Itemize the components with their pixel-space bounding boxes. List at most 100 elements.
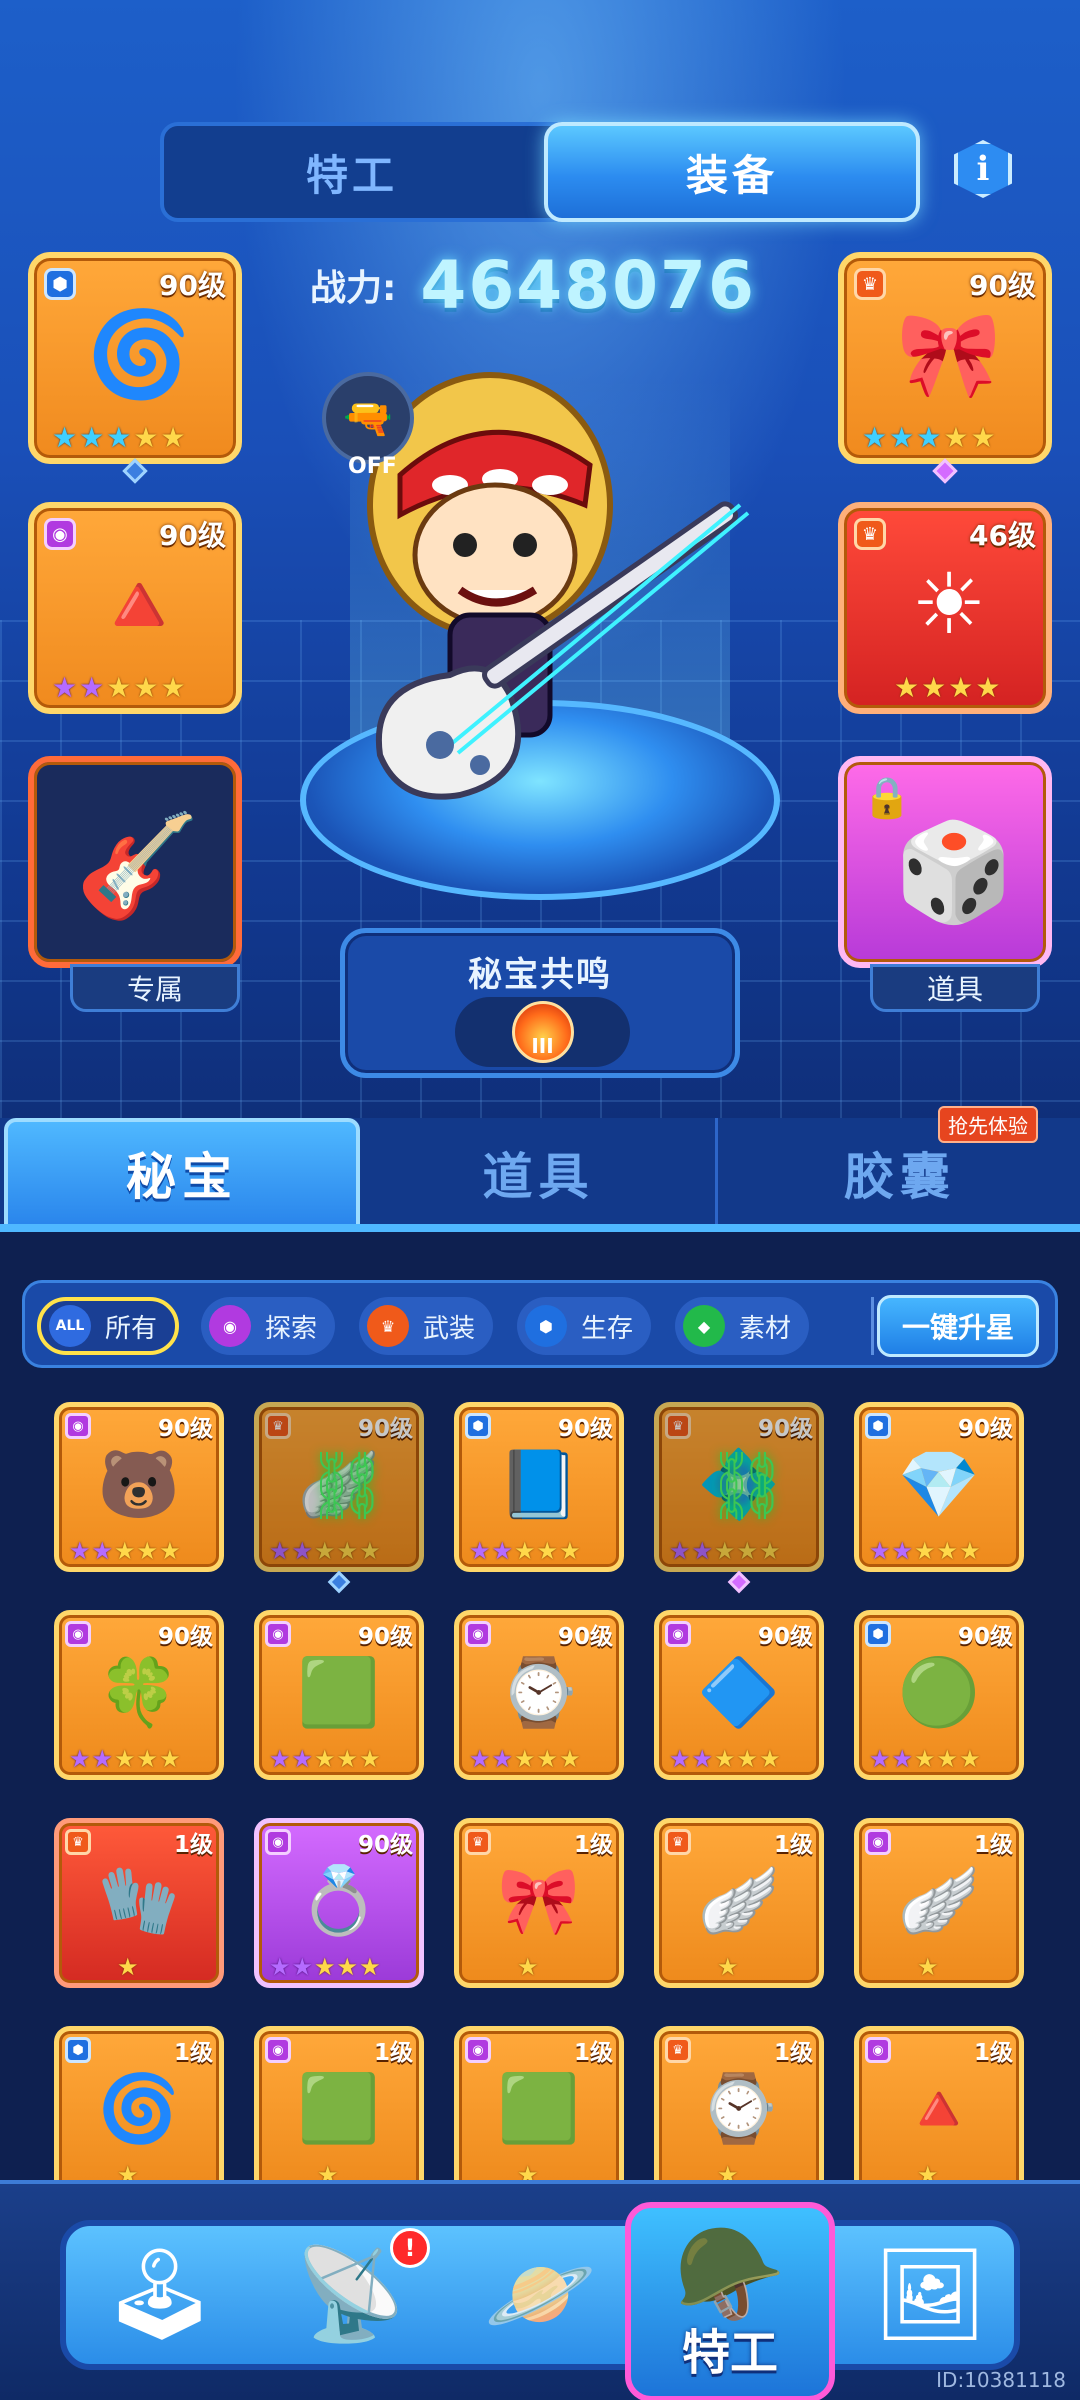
- equip-slot-right-mid[interactable]: ♛ 46级 ☀ ★ ★ ★ ★: [838, 502, 1052, 714]
- star-rating: ★ ★ ★ ★ ★: [869, 1745, 981, 1773]
- treasure-item[interactable]: ◉ 90级 ⌚ ★ ★ ★ ★ ★: [454, 1610, 624, 1780]
- filter-armed[interactable]: ♛ 武装: [359, 1297, 494, 1355]
- filter-all[interactable]: ALL 所有: [37, 1297, 180, 1355]
- star-rating: ★ ★ ★ ★: [894, 671, 1001, 704]
- filter-material[interactable]: ◆ 素材: [675, 1297, 810, 1355]
- treasure-art-icon: 🐻: [97, 1446, 181, 1523]
- treasure-art-icon: 🟩: [297, 2070, 381, 2147]
- item-slot[interactable]: 🔒 🎲: [838, 756, 1052, 968]
- treasure-item[interactable]: ⬢ 90级 📘 ★ ★ ★ ★ ★: [454, 1402, 624, 1572]
- star-rating: ★ ★ ★ ★ ★: [269, 1537, 381, 1565]
- chain-link-icon: ⛓: [305, 1447, 389, 1524]
- resonance-marker: [727, 1570, 751, 1594]
- exclusive-slot[interactable]: 🎸: [28, 756, 242, 968]
- star-rating: ★ ★ ★ ★ ★: [869, 1537, 981, 1565]
- star-rating: ★ ★ ★ ★ ★: [52, 671, 186, 704]
- treasure-art-icon: 💍: [297, 1862, 381, 1939]
- tab-treasure[interactable]: 秘宝: [4, 1118, 360, 1228]
- treasure-item[interactable]: ◉ 90级 🟩 ★ ★ ★ ★ ★: [254, 1610, 424, 1780]
- nav-agent-tab[interactable]: 🪖 特工: [625, 2202, 835, 2400]
- tab-items[interactable]: 道具: [362, 1118, 718, 1228]
- resonance-emblem: III: [455, 997, 630, 1067]
- treasure-item[interactable]: ◉ 90级 💍 ★ ★ ★ ★ ★: [254, 1818, 424, 1988]
- star-rating: ★ ★ ★ ★ ★: [469, 1537, 581, 1565]
- star-rating: ★ ★ ★ ★ ★: [52, 421, 186, 454]
- guitar-crystal-icon: 🎸: [75, 807, 201, 924]
- treasure-art-icon: 🔷: [697, 1654, 781, 1731]
- dice-barrel-icon: 🎲: [894, 815, 1014, 928]
- treasure-item[interactable]: ♛ 1级 🧤 ★: [54, 1818, 224, 1988]
- star-rating: ★ ★ ★ ★ ★: [269, 1953, 381, 1981]
- resonance-panel[interactable]: 秘宝共鸣 III: [340, 928, 740, 1078]
- treasure-art-icon: 🪽: [897, 1862, 981, 1939]
- treasure-art-icon: 🟩: [297, 1654, 381, 1731]
- treasure-item[interactable]: ◉ 90级 🔷 ★ ★ ★ ★ ★: [654, 1610, 824, 1780]
- treasure-art-icon: ⌚: [697, 2070, 781, 2147]
- star-rating: ★ ★ ★ ★ ★: [269, 1745, 381, 1773]
- treasure-art-icon: 💎: [897, 1446, 981, 1523]
- treasure-art-icon: ⌚: [497, 1654, 581, 1731]
- chain-link-icon: ⛓: [705, 1447, 789, 1524]
- filter-bar: ALL 所有 ◉ 探索 ♛ 武装 ⬢ 生存 ◆ 素材 一键升星: [22, 1280, 1058, 1368]
- tab-underline: [0, 1224, 1080, 1232]
- treasure-item[interactable]: ◉ 1级 🔺 ★: [854, 2026, 1024, 2196]
- star-rating: ★ ★ ★ ★ ★: [669, 1537, 781, 1565]
- treasure-item[interactable]: ◉ 90级 🍀 ★ ★ ★ ★ ★: [54, 1610, 224, 1780]
- treasure-item[interactable]: ◉ 90级 🐻 ★ ★ ★ ★ ★: [54, 1402, 224, 1572]
- filter-survival[interactable]: ⬢ 生存: [517, 1297, 652, 1355]
- combat-power-label: 战力:: [310, 268, 397, 309]
- treasure-art-icon: 🪽: [697, 1862, 781, 1939]
- all-icon: ALL: [49, 1305, 91, 1347]
- treasure-item[interactable]: ♛ 90级 🪽 ⛓ ★ ★ ★ ★ ★: [254, 1402, 424, 1572]
- nav-agent-label: 特工: [681, 2324, 778, 2381]
- treasure-art-icon: 🟩: [497, 2070, 581, 2147]
- exclusive-caption: 专属: [70, 964, 240, 1012]
- star-rating: ★ ★ ★ ★ ★: [862, 421, 996, 454]
- treasure-art-icon: 🧤: [97, 1862, 181, 1939]
- treasure-item[interactable]: ◉ 1级 🟩 ★: [254, 2026, 424, 2196]
- filter-explore[interactable]: ◉ 探索: [201, 1297, 336, 1355]
- star-rating: ★: [917, 1953, 939, 1981]
- skill-status: OFF: [348, 454, 397, 479]
- nav-arcade-icon[interactable]: 🕹: [90, 2224, 230, 2364]
- nav-portal-icon[interactable]: 🖼: [860, 2224, 1000, 2364]
- combat-power: 战力: 4648076: [310, 245, 770, 325]
- treasure-item[interactable]: ◉ 1级 🟩 ★: [454, 2026, 624, 2196]
- equip-slot-right-top[interactable]: ♛ 90级 🎀 ★ ★ ★ ★ ★: [838, 252, 1052, 464]
- resonance-title: 秘宝共鸣: [468, 955, 612, 995]
- treasure-art-icon: 🟢: [897, 1654, 981, 1731]
- info-icon[interactable]: i: [954, 140, 1012, 198]
- radar-alert-badge: !: [390, 2228, 430, 2268]
- treasure-item[interactable]: ♛ 1级 🎀 ★: [454, 1818, 624, 1988]
- equip-slot-left-top[interactable]: ⬢ 90级 🌀 ★ ★ ★ ★ ★: [28, 252, 242, 464]
- flame-icon: III: [511, 1001, 574, 1063]
- treasure-item[interactable]: ♛ 90级 💠 ⛓ ★ ★ ★ ★ ★: [654, 1402, 824, 1572]
- combat-power-value: 4648076: [420, 246, 756, 324]
- equip-slot-left-mid[interactable]: ◉ 90级 🔺 ★ ★ ★ ★ ★: [28, 502, 242, 714]
- inventory-panel: ALL 所有 ◉ 探索 ♛ 武装 ⬢ 生存 ◆ 素材 一键升星 ◉ 90级 🐻 ★ ★ ★…: [0, 1232, 1080, 2196]
- treasure-item[interactable]: ⬢ 90级 💎 ★ ★ ★ ★ ★: [854, 1402, 1024, 1572]
- star-rating: ★ ★ ★ ★ ★: [469, 1745, 581, 1773]
- treasure-item[interactable]: ♛ 1级 ⌚ ★: [654, 2026, 824, 2196]
- star-rating: ★ ★ ★ ★ ★: [69, 1745, 181, 1773]
- tab-equipment[interactable]: 装备: [544, 122, 920, 222]
- early-access-badge: 抢先体验: [938, 1106, 1038, 1143]
- treasure-item[interactable]: ◉ 1级 🪽 ★: [854, 1818, 1024, 1988]
- treasure-item[interactable]: ⬢ 90级 🟢 ★ ★ ★ ★ ★: [854, 1610, 1024, 1780]
- treasure-item[interactable]: ⬢ 1级 🌀 ★: [54, 2026, 224, 2196]
- treasure-item[interactable]: ♛ 1级 🪽 ★: [654, 1818, 824, 1988]
- nav-planet-icon[interactable]: 🪐: [470, 2224, 610, 2364]
- resonance-marker: [327, 1570, 351, 1594]
- star-rating: ★: [517, 1953, 539, 1981]
- skill-toggle[interactable]: 🔫 OFF: [322, 372, 422, 479]
- gun-icon: 🔫: [322, 372, 414, 464]
- upgrade-all-button[interactable]: 一键升星: [877, 1295, 1039, 1357]
- pyramid-orb-icon: 🔺: [86, 554, 192, 653]
- category-tabs: 秘宝 道具 胶囊: [0, 1118, 1080, 1228]
- item-caption: 道具: [870, 964, 1040, 1012]
- treasure-art-icon: 🌀: [97, 2070, 181, 2147]
- top-tab-switch: 特工 装备: [160, 122, 920, 222]
- player-id: ID:10381118: [936, 2368, 1066, 2392]
- tab-agent[interactable]: 特工: [164, 126, 540, 218]
- agent-helmet-icon: 🪖: [673, 2221, 787, 2327]
